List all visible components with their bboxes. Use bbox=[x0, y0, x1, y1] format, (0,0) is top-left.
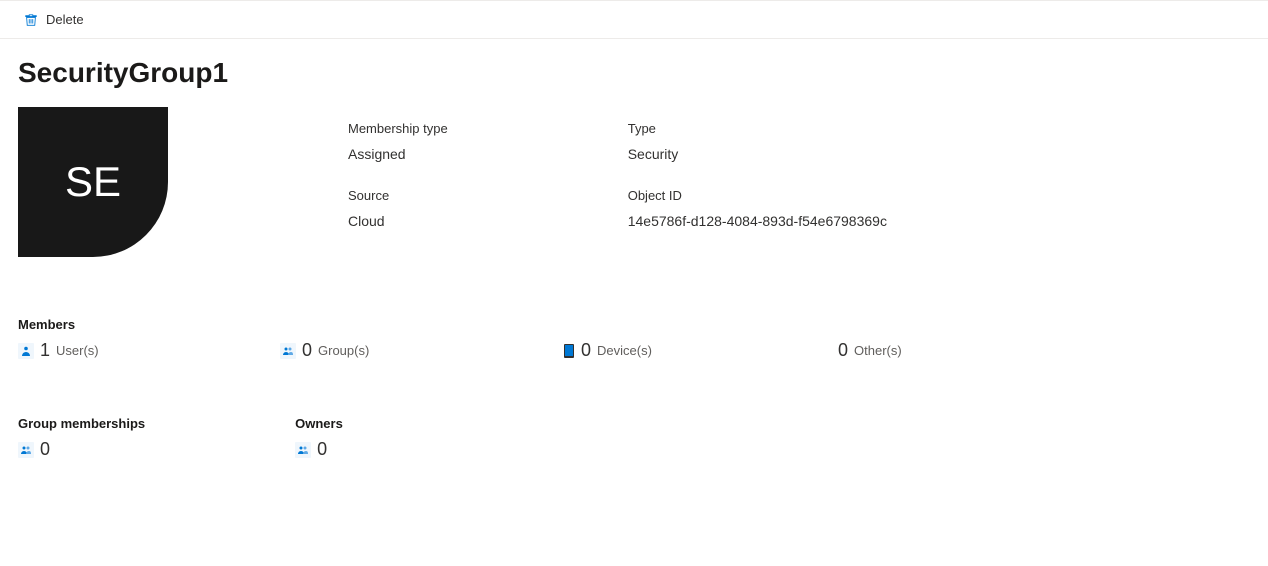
members-groups[interactable]: 0 Group(s) bbox=[280, 340, 563, 361]
trash-icon bbox=[24, 13, 38, 27]
property-source: Source Cloud bbox=[348, 188, 448, 229]
devices-count: 0 bbox=[581, 340, 591, 361]
owners-title: Owners bbox=[295, 416, 405, 431]
members-section-title: Members bbox=[18, 317, 1250, 332]
property-object-id: Object ID 14e5786f-d128-4084-893d-f54e67… bbox=[628, 188, 887, 229]
page-title: SecurityGroup1 bbox=[18, 57, 1250, 89]
property-type: Type Security bbox=[628, 121, 887, 162]
property-label: Type bbox=[628, 121, 887, 136]
owners-count-group[interactable]: 0 bbox=[295, 439, 405, 460]
property-value: Assigned bbox=[348, 146, 448, 162]
delete-button[interactable]: Delete bbox=[20, 10, 88, 29]
members-users[interactable]: 1 User(s) bbox=[18, 340, 280, 361]
members-others[interactable]: 0 Other(s) bbox=[838, 340, 902, 361]
property-label: Membership type bbox=[348, 121, 448, 136]
properties-column-1: Membership type Assigned Source Cloud bbox=[348, 121, 448, 257]
owners-count: 0 bbox=[317, 439, 327, 460]
group-memberships-count-group[interactable]: 0 bbox=[18, 439, 145, 460]
property-value: Security bbox=[628, 146, 887, 162]
members-section: Members 1 User(s) 0 Group(s) 0 bbox=[18, 317, 1250, 361]
group-icon bbox=[295, 442, 311, 458]
users-count: 1 bbox=[40, 340, 50, 361]
toolbar: Delete bbox=[0, 0, 1268, 39]
group-memberships-title: Group memberships bbox=[18, 416, 145, 431]
group-icon bbox=[18, 442, 34, 458]
overview-row: SE Membership type Assigned Source Cloud… bbox=[18, 107, 1250, 257]
members-counts-row: 1 User(s) 0 Group(s) 0 Device(s) 0 Other… bbox=[18, 340, 1250, 361]
group-memberships-count: 0 bbox=[40, 439, 50, 460]
properties-grid: Membership type Assigned Source Cloud Ty… bbox=[348, 107, 887, 257]
content-area: SecurityGroup1 SE Membership type Assign… bbox=[0, 39, 1268, 478]
group-memberships-section: Group memberships 0 bbox=[18, 416, 145, 460]
property-value: Cloud bbox=[348, 213, 448, 229]
groups-label: Group(s) bbox=[318, 343, 369, 358]
groups-count: 0 bbox=[302, 340, 312, 361]
owners-section: Owners 0 bbox=[295, 416, 405, 460]
property-value: 14e5786f-d128-4084-893d-f54e6798369c bbox=[628, 213, 887, 229]
property-label: Object ID bbox=[628, 188, 887, 203]
property-membership-type: Membership type Assigned bbox=[348, 121, 448, 162]
devices-label: Device(s) bbox=[597, 343, 652, 358]
group-avatar: SE bbox=[18, 107, 168, 257]
properties-column-2: Type Security Object ID 14e5786f-d128-40… bbox=[628, 121, 887, 257]
group-icon bbox=[280, 343, 296, 359]
property-label: Source bbox=[348, 188, 448, 203]
avatar-initials: SE bbox=[65, 158, 121, 206]
delete-button-label: Delete bbox=[46, 12, 84, 27]
users-label: User(s) bbox=[56, 343, 99, 358]
others-count: 0 bbox=[838, 340, 848, 361]
device-icon bbox=[563, 343, 575, 359]
others-label: Other(s) bbox=[854, 343, 902, 358]
sub-sections: Group memberships 0 Owners 0 bbox=[18, 416, 1250, 460]
members-devices[interactable]: 0 Device(s) bbox=[563, 340, 838, 361]
user-icon bbox=[18, 343, 34, 359]
